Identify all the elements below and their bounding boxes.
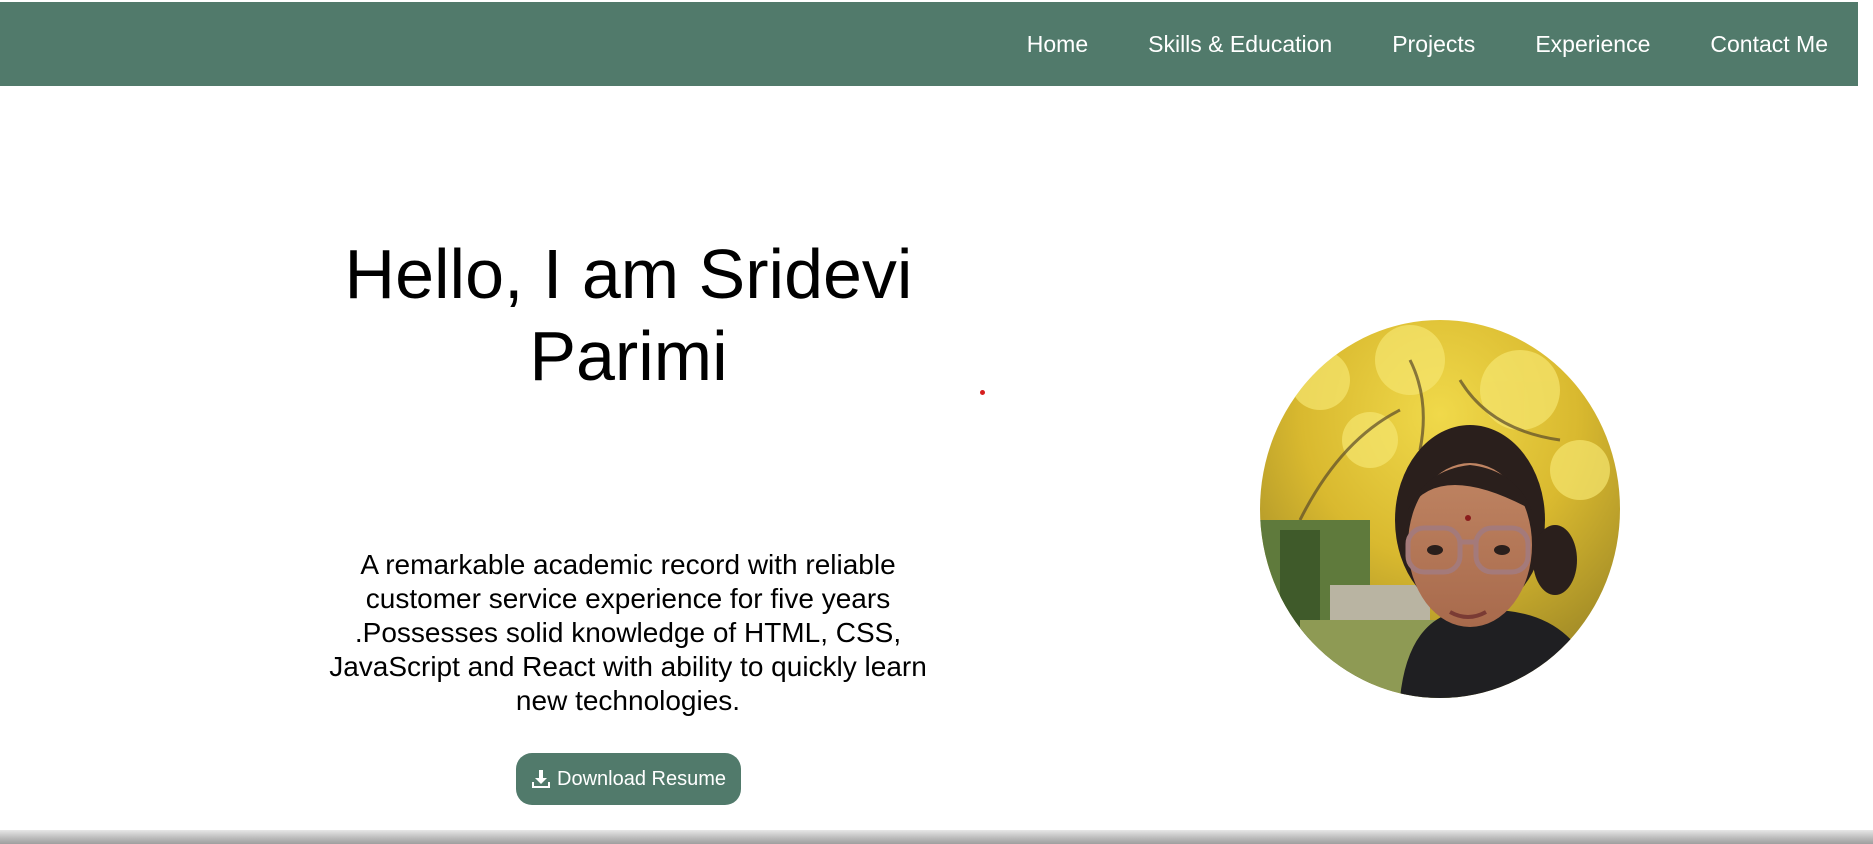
bottom-edge [0, 830, 1873, 844]
nav-list: Home Skills & Education Projects Experie… [1027, 2, 1828, 86]
nav-item-contact-me: Contact Me [1710, 31, 1828, 58]
nav-item-home: Home [1027, 31, 1088, 58]
nav-item-skills-education: Skills & Education [1148, 31, 1332, 58]
nav-link-skills-education[interactable]: Skills & Education [1148, 31, 1332, 57]
download-resume-button[interactable]: Download Resume [516, 753, 741, 805]
scrollbar-gutter [1858, 0, 1873, 830]
cursor-dot [980, 390, 985, 395]
page: Home Skills & Education Projects Experie… [0, 0, 1873, 844]
nav-item-projects: Projects [1392, 31, 1475, 58]
hero-title: Hello, I am Sridevi Parimi [344, 235, 913, 395]
navbar: Home Skills & Education Projects Experie… [0, 2, 1858, 86]
nav-link-experience[interactable]: Experience [1535, 31, 1650, 57]
hero-description: A remarkable academic record with reliab… [329, 549, 927, 716]
download-resume-label: Download Resume [557, 767, 726, 790]
nav-link-contact-me[interactable]: Contact Me [1710, 31, 1828, 57]
nav-link-home[interactable]: Home [1027, 31, 1088, 57]
download-icon [531, 769, 551, 789]
nav-item-experience: Experience [1535, 31, 1650, 58]
nav-link-projects[interactable]: Projects [1392, 31, 1475, 57]
profile-photo [1260, 320, 1620, 698]
